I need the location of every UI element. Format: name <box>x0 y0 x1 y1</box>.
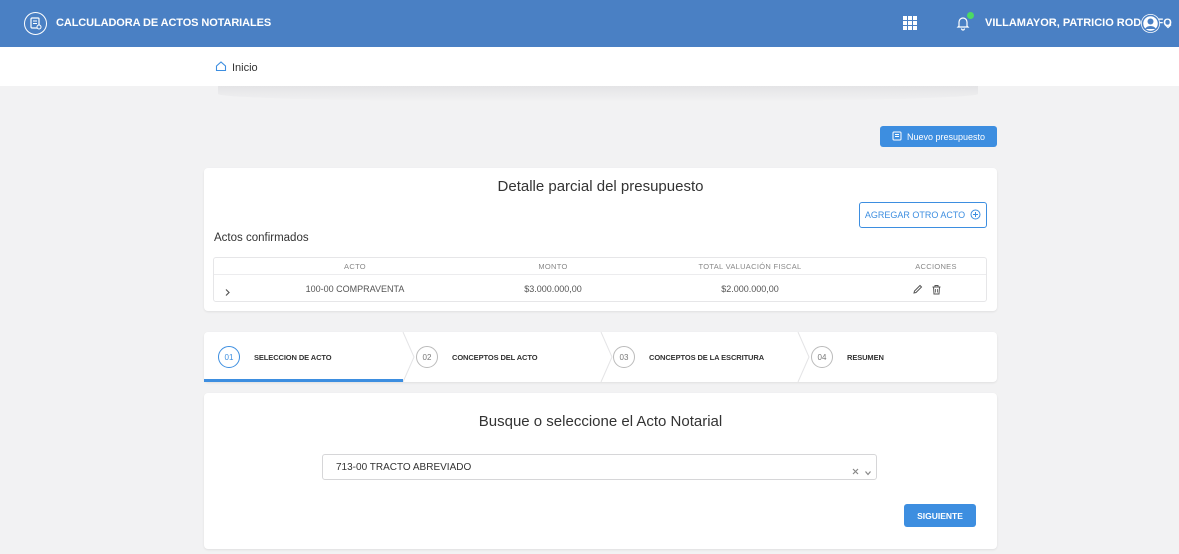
breadcrumb-home-label[interactable]: Inicio <box>232 62 258 74</box>
confirmed-acts-title: Actos confirmados <box>214 232 309 244</box>
active-step-indicator <box>204 379 403 382</box>
column-header-acto: ACTO <box>344 262 366 271</box>
confirmed-acts-table: ACTO MONTO TOTAL VALUACIÓN FISCAL ACCION… <box>213 257 987 302</box>
user-menu-chevron-icon[interactable] <box>1163 18 1173 29</box>
delete-trash-icon[interactable] <box>931 282 942 295</box>
cell-valuacion: $2.000.000,00 <box>721 284 779 294</box>
add-act-label: AGREGAR OTRO ACTO <box>864 210 966 220</box>
cell-monto: $3.000.000,00 <box>524 284 582 294</box>
new-budget-label: Nuevo presupuesto <box>906 131 986 142</box>
selected-act-value: 713-00 TRACTO ABREVIADO <box>336 462 472 473</box>
plus-circle-icon <box>970 209 981 222</box>
apps-grid-icon[interactable] <box>903 16 917 30</box>
act-select-dropdown[interactable]: 713-00 TRACTO ABREVIADO <box>322 454 877 480</box>
table-header: ACTO MONTO TOTAL VALUACIÓN FISCAL ACCION… <box>214 258 986 275</box>
breadcrumb-bar: Inicio <box>0 47 1179 86</box>
step-label: RESUMEN <box>847 352 884 362</box>
clear-selection-icon[interactable] <box>851 463 860 475</box>
step-label: CONCEPTOS DE LA ESCRITURA <box>649 352 765 362</box>
next-button[interactable]: SIGUIENTE <box>904 504 976 527</box>
column-header-valuacion: TOTAL VALUACIÓN FISCAL <box>698 262 802 271</box>
step-number: 01 <box>218 346 240 368</box>
detail-title: Detalle parcial del presupuesto <box>497 178 704 195</box>
step-number: 03 <box>613 346 635 368</box>
document-icon <box>892 131 902 143</box>
step-separator <box>600 332 613 382</box>
step-resumen[interactable]: 04 RESUMEN <box>811 332 884 382</box>
column-header-acciones: ACCIONES <box>915 262 957 271</box>
chevron-down-icon[interactable] <box>864 464 872 476</box>
top-bar: CALCULADORA DE ACTOS NOTARIALES VILLAMAY… <box>0 0 1179 47</box>
select-act-title: Busque o seleccione el Acto Notarial <box>478 413 723 430</box>
cell-acto: 100-00 COMPRAVENTA <box>305 284 405 294</box>
table-row: 100-00 COMPRAVENTA $3.000.000,00 $2.000.… <box>214 275 986 302</box>
new-budget-button[interactable]: Nuevo presupuesto <box>880 126 997 147</box>
calculator-logo-icon[interactable] <box>24 12 47 35</box>
step-conceptos-del-acto[interactable]: 02 CONCEPTOS DEL ACTO <box>416 332 538 382</box>
breadcrumb[interactable]: Inicio <box>215 60 258 75</box>
step-number: 02 <box>416 346 438 368</box>
wizard-stepper: 01 SELECCION DE ACTO 02 CONCEPTOS DEL AC… <box>204 332 997 382</box>
budget-detail-card: Detalle parcial del presupuesto AGREGAR … <box>204 168 997 311</box>
app-title: CALCULADORA DE ACTOS NOTARIALES <box>56 17 272 29</box>
step-label: SELECCION DE ACTO <box>254 352 332 362</box>
expand-row-chevron-icon[interactable] <box>223 284 232 296</box>
header-shadow <box>218 86 978 102</box>
step-label: CONCEPTOS DEL ACTO <box>452 352 538 362</box>
step-separator <box>797 332 810 382</box>
step-conceptos-de-la-escritura[interactable]: 03 CONCEPTOS DE LA ESCRITURA <box>613 332 764 382</box>
add-act-button[interactable]: AGREGAR OTRO ACTO <box>859 202 987 228</box>
step-number: 04 <box>811 346 833 368</box>
act-selection-card: Busque o seleccione el Acto Notarial 713… <box>204 393 997 549</box>
notification-indicator <box>967 12 974 19</box>
edit-pencil-icon[interactable] <box>912 282 923 294</box>
step-separator <box>402 332 415 382</box>
home-icon <box>215 60 227 75</box>
user-avatar-icon[interactable] <box>1141 14 1160 33</box>
column-header-monto: MONTO <box>538 262 568 271</box>
step-seleccion-de-acto[interactable]: 01 SELECCION DE ACTO <box>218 332 332 382</box>
